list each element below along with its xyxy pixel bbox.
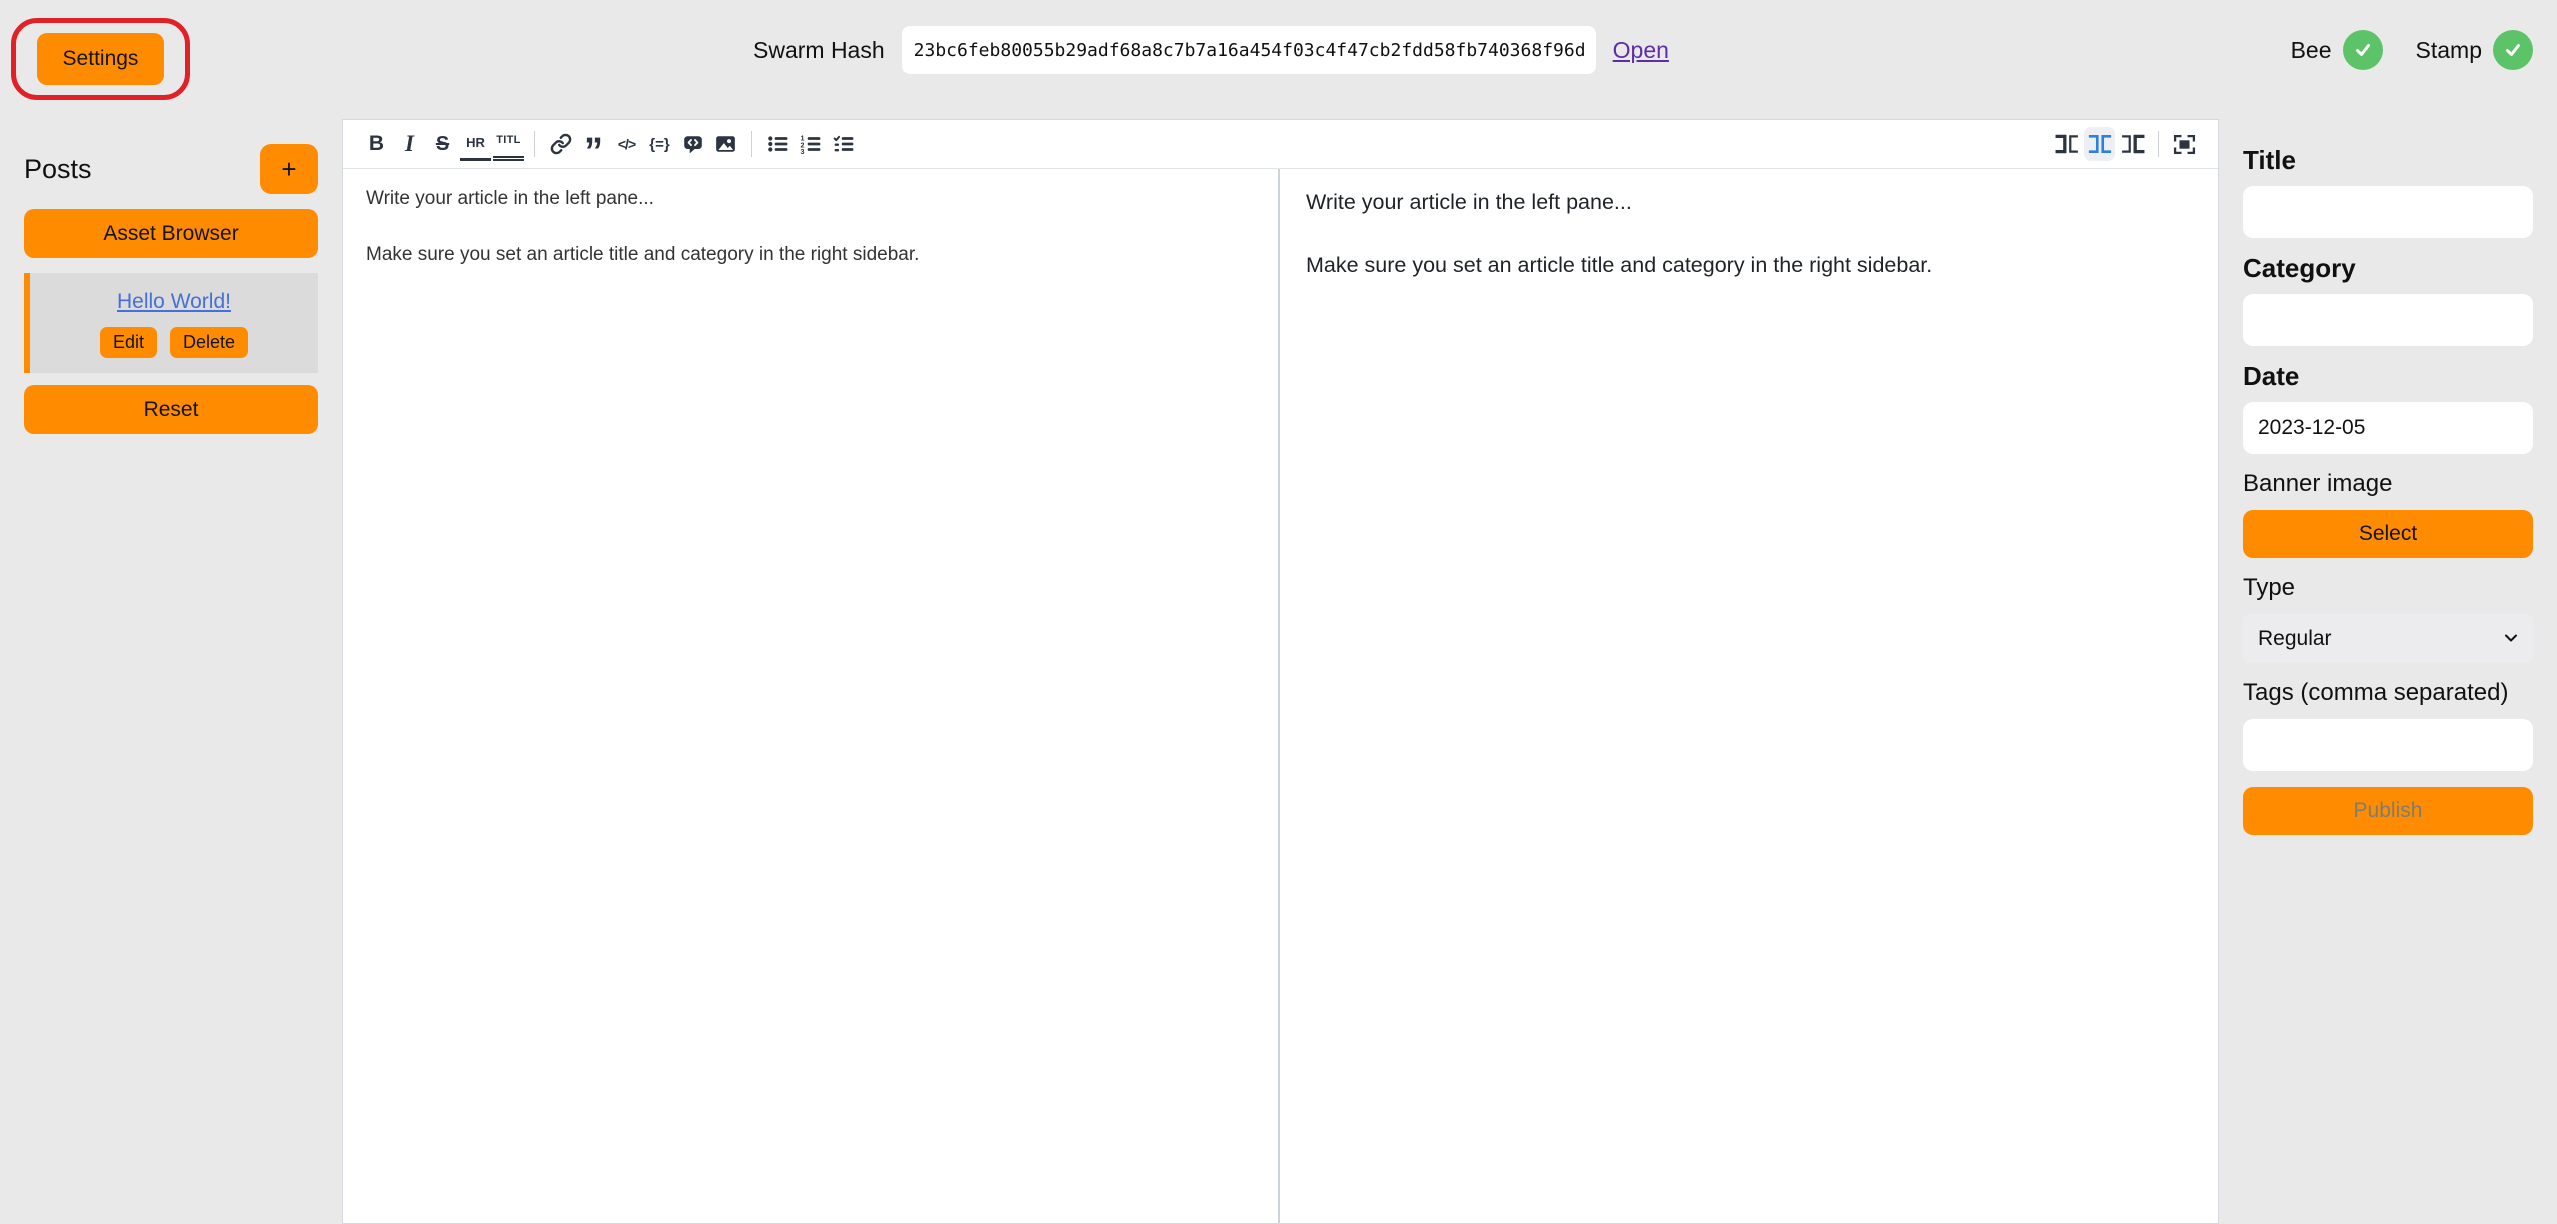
toolbar-divider: [2158, 131, 2159, 157]
link-icon[interactable]: [545, 127, 576, 161]
asset-browser-button[interactable]: Asset Browser: [24, 209, 318, 258]
bee-check-icon: [2343, 30, 2383, 70]
markdown-paragraph: Write your article in the left pane...: [366, 188, 1255, 210]
ordered-list-icon[interactable]: 123: [795, 127, 826, 161]
toolbar-divider: [534, 131, 535, 157]
code-block-icon[interactable]: {=}: [644, 127, 675, 161]
publish-button[interactable]: Publish: [2243, 787, 2533, 835]
category-label: Category: [2243, 254, 2533, 282]
posts-heading: Posts: [24, 154, 92, 185]
title-label: Title: [2243, 146, 2533, 174]
bold-icon[interactable]: B: [361, 127, 392, 161]
banner-select-button[interactable]: Select: [2243, 510, 2533, 558]
horizontal-rule-icon[interactable]: HR: [460, 127, 491, 161]
stamp-status-label: Stamp: [2416, 37, 2482, 64]
markdown-input-pane[interactable]: Write your article in the left pane... M…: [343, 169, 1280, 1223]
editor-toolbar: B I S HR TITL ” </> {=} 123: [343, 120, 2218, 169]
preview-paragraph: Write your article in the left pane...: [1306, 190, 2192, 215]
post-title-link[interactable]: Hello World!: [117, 290, 231, 313]
italic-icon[interactable]: I: [394, 127, 425, 161]
app-root: Settings Swarm Hash Open Bee Stamp Posts…: [0, 0, 2557, 1224]
view-mode-group: [2050, 127, 2201, 161]
task-list-icon[interactable]: [828, 127, 859, 161]
bee-status-label: Bee: [2291, 37, 2332, 64]
open-link[interactable]: Open: [1613, 37, 1669, 64]
date-input[interactable]: [2243, 402, 2533, 454]
title-icon[interactable]: TITL: [493, 127, 524, 161]
chevron-down-icon: [2502, 629, 2520, 653]
status-row: Bee Stamp: [2291, 0, 2533, 100]
tags-label: Tags (comma separated): [2243, 679, 2533, 707]
settings-red-annotation: Settings: [11, 18, 190, 100]
type-select-value: Regular: [2258, 627, 2332, 651]
preview-pane: Write your article in the left pane... M…: [1280, 169, 2218, 1223]
banner-image-label: Banner image: [2243, 470, 2533, 498]
category-input[interactable]: [2243, 294, 2533, 346]
markdown-editor: B I S HR TITL ” </> {=} 123: [342, 119, 2219, 1224]
posts-sidebar: Posts + Asset Browser Hello World! Edit …: [24, 144, 318, 434]
title-input[interactable]: [2243, 186, 2533, 238]
post-edit-button[interactable]: Edit: [100, 327, 157, 358]
new-post-button[interactable]: +: [260, 144, 318, 194]
quote-icon[interactable]: ”: [578, 127, 609, 161]
stamp-check-icon: [2493, 30, 2533, 70]
date-label: Date: [2243, 362, 2533, 390]
strikethrough-icon[interactable]: S: [427, 127, 458, 161]
reset-button[interactable]: Reset: [24, 385, 318, 434]
image-icon[interactable]: [710, 127, 741, 161]
post-list-item: Hello World! Edit Delete: [24, 273, 318, 373]
inline-code-icon[interactable]: </>: [611, 127, 642, 161]
view-preview-only-icon[interactable]: [2117, 127, 2148, 161]
view-split-icon[interactable]: [2084, 127, 2115, 161]
tags-input[interactable]: [2243, 719, 2533, 771]
view-editor-only-icon[interactable]: [2051, 127, 2082, 161]
swarm-hash-input[interactable]: [902, 26, 1596, 74]
toolbar-divider: [751, 131, 752, 157]
fullscreen-icon[interactable]: [2169, 127, 2200, 161]
swarm-hash-label: Swarm Hash: [753, 37, 885, 64]
svg-text:3: 3: [800, 148, 804, 155]
type-label: Type: [2243, 574, 2533, 602]
post-delete-button[interactable]: Delete: [170, 327, 248, 358]
bullet-list-icon[interactable]: [762, 127, 793, 161]
comment-code-icon[interactable]: [677, 127, 708, 161]
settings-button[interactable]: Settings: [37, 33, 164, 85]
article-properties-panel: Title Category Date Banner image Select …: [2243, 146, 2533, 835]
type-select[interactable]: Regular: [2243, 614, 2533, 663]
markdown-paragraph: Make sure you set an article title and c…: [366, 244, 1255, 266]
swarm-hash-row: Swarm Hash Open: [753, 0, 1669, 100]
editor-panes: Write your article in the left pane... M…: [343, 169, 2218, 1223]
preview-paragraph: Make sure you set an article title and c…: [1306, 253, 2192, 278]
